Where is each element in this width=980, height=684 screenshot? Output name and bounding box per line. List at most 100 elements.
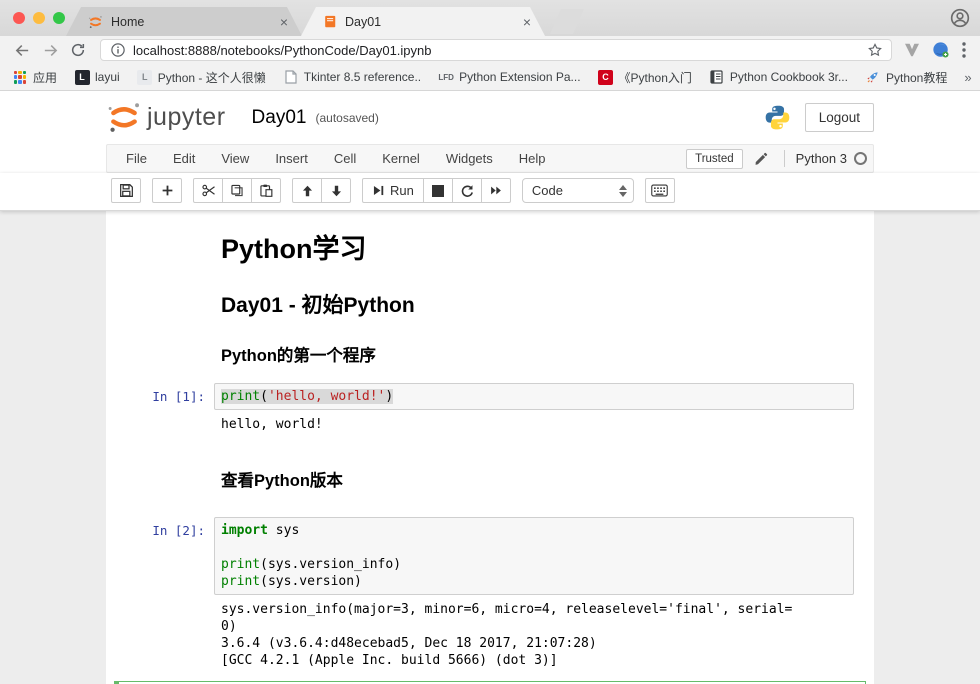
save-button[interactable] <box>111 178 141 203</box>
document-icon <box>283 69 299 85</box>
bookmark-label: Python - 这个人很懒 <box>158 69 266 86</box>
prompt-gutter <box>106 266 214 319</box>
prompt-gutter <box>106 217 214 266</box>
window-zoom-button[interactable] <box>53 12 65 24</box>
browser-tab-strip: Home × Day01 × <box>0 0 980 36</box>
code-cell-2[interactable]: In [2]: import sys print(sys.version_inf… <box>106 517 874 595</box>
bookmark-layui[interactable]: L layui <box>74 69 120 85</box>
notebook-h1: Python学习 <box>221 227 854 266</box>
cut-cell-button[interactable] <box>193 178 223 203</box>
notebook-h3: 查看Python版本 <box>221 467 854 491</box>
browser-tab-home[interactable]: Home × <box>66 7 302 36</box>
pencil-icon <box>754 152 768 166</box>
run-cell-button[interactable]: Run <box>362 178 424 203</box>
select-stepper-icon <box>619 185 627 197</box>
c-badge-icon: C <box>598 69 614 85</box>
markdown-cell-version[interactable]: 查看Python版本 <box>106 438 874 491</box>
bookmark-label: Python Extension Pa... <box>459 70 580 84</box>
tab-close-icon[interactable]: × <box>521 15 533 29</box>
bookmark-tkinter[interactable]: Tkinter 8.5 reference.. <box>283 69 421 85</box>
bookmark-python-intro[interactable]: C 《Python入门 <box>598 69 692 86</box>
layui-icon: L <box>74 69 90 85</box>
menu-cell[interactable]: Cell <box>321 151 369 166</box>
restart-run-all-button[interactable] <box>481 178 511 203</box>
browser-toolbar: localhost:8888/notebooks/PythonCode/Day0… <box>0 36 980 64</box>
bookmarks-overflow-chevron[interactable]: » <box>964 70 971 85</box>
logout-button[interactable]: Logout <box>805 103 874 132</box>
window-close-button[interactable] <box>13 12 25 24</box>
bookmark-star-icon[interactable] <box>867 42 883 58</box>
add-cell-button[interactable] <box>152 178 182 203</box>
window-minimize-button[interactable] <box>33 12 45 24</box>
trusted-badge[interactable]: Trusted <box>686 149 743 169</box>
copy-cell-button[interactable] <box>222 178 252 203</box>
markdown-cell-first-program[interactable]: Python的第一个程序 <box>106 319 874 366</box>
extension-v-icon[interactable] <box>904 43 920 57</box>
menu-edit[interactable]: Edit <box>160 151 208 166</box>
code-input-1[interactable]: print('hello, world!') <box>214 383 854 410</box>
command-palette-button[interactable] <box>645 178 675 203</box>
notebook-scroll-area[interactable]: Python学习 Day01 - 初始Python Python的第一个程序 I… <box>0 211 980 684</box>
notebook-title[interactable]: Day01 <box>252 107 307 129</box>
bookmark-label: layui <box>95 70 120 84</box>
tab-title: Day01 <box>345 15 381 29</box>
notebook-menubar: File Edit View Insert Cell Kernel Widget… <box>0 144 980 173</box>
extension-globe-icon[interactable] <box>932 41 950 59</box>
tab-close-icon[interactable]: × <box>278 15 290 29</box>
browser-menu-icon[interactable] <box>962 42 966 58</box>
apps-grid-icon <box>12 69 28 85</box>
site-info-icon[interactable] <box>111 43 125 57</box>
bookmark-cookbook[interactable]: Python Cookbook 3r... <box>709 69 848 85</box>
profile-icon[interactable] <box>950 8 970 28</box>
bookmark-label: Python教程 <box>886 69 947 86</box>
rocket-icon <box>865 69 881 85</box>
menu-widgets[interactable]: Widgets <box>433 151 506 166</box>
url-text: localhost:8888/notebooks/PythonCode/Day0… <box>133 43 432 58</box>
kernel-idle-icon <box>854 152 867 165</box>
restart-kernel-button[interactable] <box>452 178 482 203</box>
menu-file[interactable]: File <box>113 151 160 166</box>
python-logo-icon <box>764 104 791 131</box>
bookmark-label: 《Python入门 <box>619 69 692 86</box>
bookmark-apps[interactable]: 应用 <box>12 69 57 86</box>
cell-type-select[interactable]: Code <box>522 178 634 203</box>
menu-insert[interactable]: Insert <box>262 151 321 166</box>
back-icon[interactable] <box>10 38 34 62</box>
bookmark-python-tutorial[interactable]: Python教程 <box>865 69 947 86</box>
browser-tab-day01[interactable]: Day01 × <box>301 7 545 36</box>
bookmark-label: Python Cookbook 3r... <box>730 70 848 84</box>
jupyter-header: jupyter Day01 (autosaved) Logout <box>0 91 980 144</box>
notebook-h2: Day01 - 初始Python <box>221 289 854 319</box>
move-cell-up-button[interactable] <box>292 178 322 203</box>
markdown-cell-title[interactable]: Python学习 <box>106 217 874 266</box>
notebook-favicon <box>323 15 337 29</box>
jupyter-logo-icon[interactable] <box>106 102 142 133</box>
markdown-cell-day[interactable]: Day01 - 初始Python <box>106 266 874 319</box>
forward-icon[interactable] <box>38 38 62 62</box>
run-label: Run <box>390 183 414 198</box>
output-area-1: hello, world! <box>106 410 874 438</box>
reload-icon[interactable] <box>66 38 90 62</box>
jupyter-wordmark[interactable]: jupyter <box>147 103 226 132</box>
output-prompt <box>106 595 214 674</box>
bookmark-python-blog[interactable]: L Python - 这个人很懒 <box>137 69 266 86</box>
jupyter-favicon <box>88 15 103 29</box>
menu-view[interactable]: View <box>208 151 262 166</box>
menu-help[interactable]: Help <box>506 151 559 166</box>
input-prompt: In [1]: <box>106 383 214 410</box>
menu-kernel[interactable]: Kernel <box>369 151 433 166</box>
interrupt-kernel-button[interactable] <box>423 178 453 203</box>
code-input-2[interactable]: import sys print(sys.version_info) print… <box>214 517 854 595</box>
move-cell-down-button[interactable] <box>321 178 351 203</box>
kernel-name: Python 3 <box>796 151 847 166</box>
paste-cell-button[interactable] <box>251 178 281 203</box>
bookmarks-bar: 应用 L layui L Python - 这个人很懒 Tkinter 8.5 … <box>0 64 980 91</box>
divider <box>784 150 785 167</box>
new-tab-button[interactable] <box>550 9 584 34</box>
code-cell-1[interactable]: In [1]: print('hello, world!') <box>106 383 874 410</box>
prompt-gutter <box>106 438 214 491</box>
letter-l-icon: L <box>137 69 153 85</box>
bookmark-label: Tkinter 8.5 reference.. <box>304 70 421 84</box>
bookmark-python-extension[interactable]: LFD Python Extension Pa... <box>438 69 580 85</box>
address-bar[interactable]: localhost:8888/notebooks/PythonCode/Day0… <box>100 39 892 61</box>
